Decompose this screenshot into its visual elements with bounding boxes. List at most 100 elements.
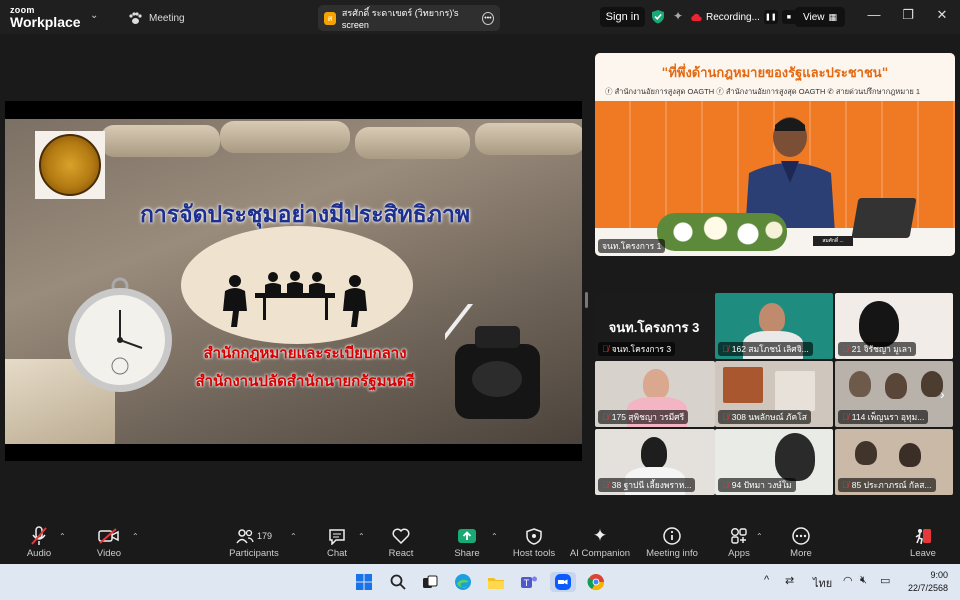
mic-muted-icon: 🎙̸ xyxy=(842,412,849,422)
shield-icon xyxy=(526,526,542,546)
gallery-next-page-icon[interactable]: › xyxy=(940,386,945,402)
scroll-decoration xyxy=(100,125,220,157)
volume-muted-icon[interactable]: 🔇︎ xyxy=(860,574,867,587)
restore-icon[interactable]: ❐ xyxy=(898,7,918,23)
participant-tile[interactable]: 🎙̸ 85 ประภาภรณ์ กัลส... xyxy=(835,429,953,495)
show-hidden-icons-chevron-icon[interactable]: ^ xyxy=(764,574,769,586)
audio-button[interactable]: Audio xyxy=(3,526,75,559)
apps-label: Apps xyxy=(728,548,750,559)
slide-subtitle-1: สำนักกฎหมายและระเบียบกลาง xyxy=(203,344,407,362)
more-button[interactable]: More xyxy=(765,526,837,559)
close-icon[interactable]: ✕ xyxy=(932,7,952,23)
task-view-icon[interactable] xyxy=(419,572,441,592)
mic-muted-icon: 🎙̸ xyxy=(602,344,609,354)
minimize-icon[interactable]: — xyxy=(864,7,884,22)
participant-video xyxy=(859,301,899,347)
more-label: More xyxy=(790,548,812,559)
ai-companion-button[interactable]: ✦ AI Companion xyxy=(564,526,636,559)
participant-video xyxy=(855,441,877,465)
gallery-grid: จนท.โครงการ 3 🎙̸ จนท.โครงการ 3 🎙̸ 162 สมโภ… xyxy=(595,293,955,497)
speaker-video-tile[interactable]: "ที่พึ่งด้านกฎหมายของรัฐและประชาชน" ⓕ สำ… xyxy=(595,53,955,256)
teams-icon[interactable]: T xyxy=(518,572,540,592)
recording-indicator: Recording... ❚❚ ■ xyxy=(690,7,796,27)
backdrop-banner: "ที่พึ่งด้านกฎหมายของรัฐและประชาชน" ⓕ สำ… xyxy=(595,53,955,101)
windows-start-icon[interactable] xyxy=(353,572,375,592)
share-avatar-icon: ส xyxy=(324,11,336,25)
participants-button[interactable]: 179 Participants xyxy=(218,526,290,559)
participant-tile[interactable]: 🎙̸ 114 เพ็ญนรา อุทุม... xyxy=(835,361,953,427)
participant-video xyxy=(899,443,921,467)
title-bar: zoom Workplace ⌄ Meeting ส สรศักดิ์ ระดา… xyxy=(0,0,960,34)
participant-video xyxy=(775,371,815,411)
system-clock[interactable]: 9:00 22/7/2568 xyxy=(902,569,948,595)
zoom-logo[interactable]: zoom Workplace xyxy=(10,5,81,30)
government-seal-logo xyxy=(35,131,105,199)
stop-recording-button[interactable]: ■ xyxy=(781,10,796,24)
chrome-icon[interactable] xyxy=(585,572,607,592)
tab-shared-screen[interactable]: ส สรศักดิ์ ระดาเขตร์ (วิทยากร)'s screen … xyxy=(318,5,500,31)
bluetooth-share-icon[interactable]: ⇄ xyxy=(785,574,794,587)
participant-tile[interactable]: 🎙̸ 21 จิรัชญา มูเลา xyxy=(835,293,953,359)
shared-screen[interactable]: การจัดประชุมอย่างมีประสิทธิภาพ สำนักกฎหม… xyxy=(5,101,582,461)
leave-button[interactable]: Leave xyxy=(887,526,959,559)
tab-meeting[interactable]: Meeting xyxy=(128,9,185,27)
clock-date: 22/7/2568 xyxy=(907,583,948,593)
edge-browser-icon[interactable] xyxy=(452,572,474,592)
participant-name-label: 🎙̸ 175 สุพิชญา วรมีศรี xyxy=(598,410,689,424)
participant-tile[interactable]: จนท.โครงการ 3 🎙̸ จนท.โครงการ 3 xyxy=(595,293,715,359)
share-options-caret-icon[interactable]: ⌃ xyxy=(491,532,498,541)
more-options-icon[interactable]: ••• xyxy=(481,11,494,25)
nameplate: สมศักดิ์ ... xyxy=(813,236,853,246)
file-explorer-icon[interactable] xyxy=(485,572,507,592)
sign-in-button[interactable]: Sign in xyxy=(600,7,645,27)
backdrop-slogan: "ที่พึ่งด้านกฎหมายของรัฐและประชาชน" xyxy=(661,66,889,81)
share-button[interactable]: Share xyxy=(431,526,503,559)
scroll-decoration xyxy=(475,123,582,155)
mic-muted-icon: 🎙̸ xyxy=(842,344,849,354)
wifi-icon[interactable]: ◠ xyxy=(843,574,853,587)
participant-name-label: 🎙̸ 85 ประภาภรณ์ กัลส... xyxy=(838,478,936,492)
video-button[interactable]: Video xyxy=(73,526,145,559)
apps-options-caret-icon[interactable]: ⌃ xyxy=(756,532,763,541)
zoom-app-icon[interactable] xyxy=(550,572,576,592)
participant-tile[interactable]: 🎙̸ 162 สมโภชน์ เลิศจิ... xyxy=(715,293,833,359)
participant-tile[interactable]: 🎙̸ 38 ฐาปนี เลี้ยงพราห... xyxy=(595,429,715,495)
participant-name: 21 จิรัชญา มูเลา xyxy=(851,344,912,354)
scroll-decoration xyxy=(355,127,470,159)
slide-subtitle-2: สำนักงานปลัดสำนักนายกรัฐมนตรี xyxy=(195,372,415,390)
participant-tile[interactable]: 🎙̸ 175 สุพิชญา วรมีศรี xyxy=(595,361,715,427)
info-icon xyxy=(663,526,681,546)
split-view-resize-handle[interactable] xyxy=(585,292,588,308)
view-button[interactable]: View ▦ xyxy=(795,7,845,27)
search-icon[interactable] xyxy=(387,572,409,592)
video-label: Video xyxy=(96,548,122,559)
chat-button[interactable]: Chat xyxy=(301,526,373,559)
ai-sparkle-icon: ✦ xyxy=(592,526,608,545)
chat-options-caret-icon[interactable]: ⌃ xyxy=(358,532,365,541)
meeting-info-button[interactable]: Meeting info xyxy=(636,526,708,559)
pause-recording-button[interactable]: ❚❚ xyxy=(763,10,778,24)
chevron-down-icon[interactable]: ⌄ xyxy=(90,10,98,21)
host-tools-button[interactable]: Host tools xyxy=(498,526,570,559)
participant-tile[interactable]: 🎙̸ 308 นพลักษณ์ ภัคโส xyxy=(715,361,833,427)
react-button[interactable]: React xyxy=(365,526,437,559)
encryption-shield-icon[interactable] xyxy=(651,9,665,24)
participant-name: 114 เพ็ญนรา อุทุม... xyxy=(851,412,925,422)
audio-options-caret-icon[interactable]: ⌃ xyxy=(59,532,66,541)
participant-tile[interactable]: 🎙̸ 94 ปัทมา วงษ์ใม xyxy=(715,429,833,495)
meeting-info-label: Meeting info xyxy=(646,548,698,559)
chat-icon xyxy=(328,526,346,546)
participant-name: 175 สุพิชญา วรมีศรี xyxy=(611,412,685,422)
tab-shared-screen-label: สรศักดิ์ ระดาเขตร์ (วิทยากร)'s screen xyxy=(341,8,459,30)
meeting-people-illustration xyxy=(223,271,367,327)
ai-sparkle-icon[interactable]: ✦ xyxy=(673,9,683,23)
scroll-decoration xyxy=(220,121,350,153)
chat-label: Chat xyxy=(326,548,348,559)
video-options-caret-icon[interactable]: ⌃ xyxy=(132,532,139,541)
participant-name: 85 ประภาภรณ์ กัลส... xyxy=(851,480,932,490)
participants-options-caret-icon[interactable]: ⌃ xyxy=(290,532,297,541)
heart-icon xyxy=(392,526,410,546)
input-language-indicator[interactable]: ไทย xyxy=(813,574,832,592)
participant-video xyxy=(759,303,785,333)
battery-icon[interactable]: ▭ xyxy=(880,574,890,587)
